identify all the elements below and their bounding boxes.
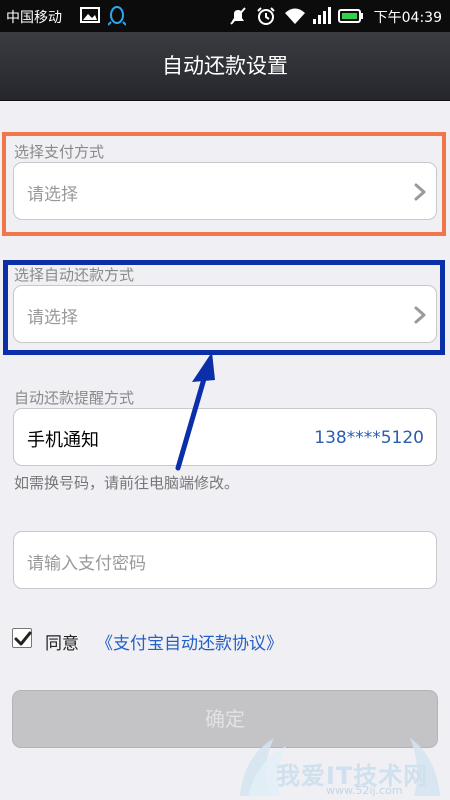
password-input[interactable]: 请输入支付密码 [13, 531, 437, 589]
alarm-icon [256, 6, 276, 30]
wifi-icon [284, 6, 306, 30]
status-time: 下午04:39 [373, 10, 442, 26]
highlight-box-orange [2, 132, 446, 236]
qq-icon [107, 6, 127, 30]
status-bar: 中国移动 下午04:39 [0, 0, 450, 32]
watermark-url: www.52ij.com [326, 784, 403, 797]
page-title: 自动还款设置 [0, 32, 450, 101]
checkmark-icon [14, 631, 32, 646]
image-icon [80, 6, 100, 28]
reminder-label: 自动还款提醒方式 [14, 389, 135, 407]
reminder-field: 手机通知 138****5120 [13, 408, 437, 466]
agree-checkbox[interactable] [12, 628, 32, 648]
phone-change-hint: 如需换号码，请前往电脑端修改。 [14, 474, 240, 492]
reminder-type: 手机通知 [27, 430, 99, 451]
password-placeholder: 请输入支付密码 [27, 554, 146, 574]
carrier-name: 中国移动 [6, 10, 62, 26]
highlight-box-blue [3, 260, 445, 355]
battery-icon [338, 9, 364, 27]
agree-label: 同意 [45, 634, 79, 654]
agreement-link[interactable]: 《支付宝自动还款协议》 [96, 629, 283, 654]
reminder-phone: 138****5120 [314, 428, 424, 448]
signal-icon [312, 6, 332, 30]
mute-icon [228, 6, 248, 30]
